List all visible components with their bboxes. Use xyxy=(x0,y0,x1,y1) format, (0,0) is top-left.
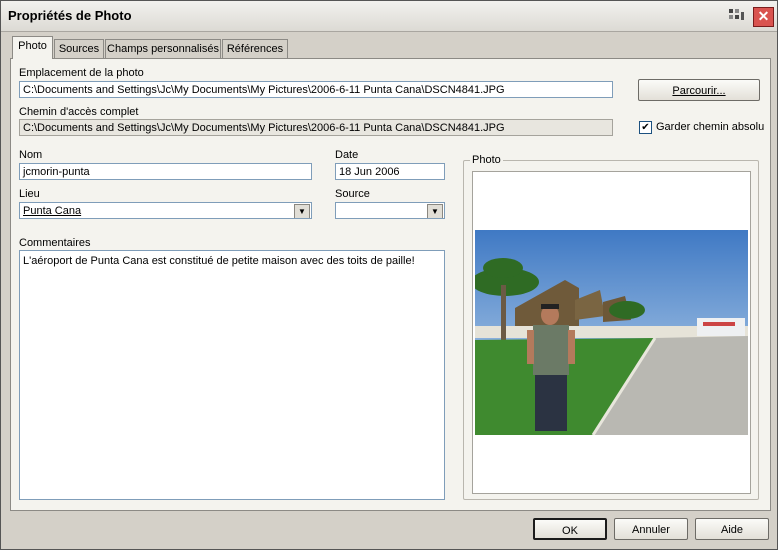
tab-champs-personnalises[interactable]: Champs personnalisés xyxy=(105,39,221,58)
context-help-icon[interactable] xyxy=(728,8,746,24)
ok-button[interactable]: OK xyxy=(533,518,607,540)
date-label: Date xyxy=(335,149,359,161)
emplacement-field[interactable]: C:\Documents and Settings\Jc\My Document… xyxy=(19,81,613,98)
tab-photo[interactable]: Photo xyxy=(12,36,53,59)
tab-references[interactable]: Références xyxy=(222,39,288,58)
garder-chemin-checkbox[interactable]: ✔ xyxy=(639,121,652,134)
photo-properties-window: Propriétés de Photo ✕ Photo Sources Cham… xyxy=(0,0,778,550)
help-button[interactable]: Aide xyxy=(695,518,769,540)
commentaires-label: Commentaires xyxy=(19,237,91,249)
photo-image xyxy=(475,230,748,435)
title-bar[interactable]: Propriétés de Photo ✕ xyxy=(1,1,777,32)
tab-sources[interactable]: Sources xyxy=(54,39,104,58)
photo-group-title: Photo xyxy=(470,154,503,166)
source-label: Source xyxy=(335,188,370,200)
cancel-button[interactable]: Annuler xyxy=(614,518,688,540)
lieu-value: Punta Cana xyxy=(23,205,82,217)
chemin-field: C:\Documents and Settings\Jc\My Document… xyxy=(19,119,613,136)
source-combo[interactable]: ▼ xyxy=(335,202,445,219)
date-field[interactable]: 18 Jun 2006 xyxy=(335,163,445,180)
close-button[interactable]: ✕ xyxy=(753,7,774,27)
lieu-combo[interactable]: Punta Cana ▼ xyxy=(19,202,312,219)
emplacement-label: Emplacement de la photo xyxy=(19,67,144,79)
chemin-label: Chemin d'accès complet xyxy=(19,106,139,118)
nom-field[interactable]: jcmorin-punta xyxy=(19,163,312,180)
browse-button[interactable]: Parcourir... xyxy=(638,79,760,101)
chevron-down-icon[interactable]: ▼ xyxy=(427,204,443,218)
commentaires-textarea[interactable]: L'aéroport de Punta Cana est constitué d… xyxy=(19,250,445,500)
window-title: Propriétés de Photo xyxy=(8,8,132,23)
nom-label: Nom xyxy=(19,149,43,161)
lieu-label: Lieu xyxy=(19,188,40,200)
chevron-down-icon[interactable]: ▼ xyxy=(294,204,310,218)
garder-chemin-label[interactable]: Garder chemin absolu xyxy=(656,121,764,133)
